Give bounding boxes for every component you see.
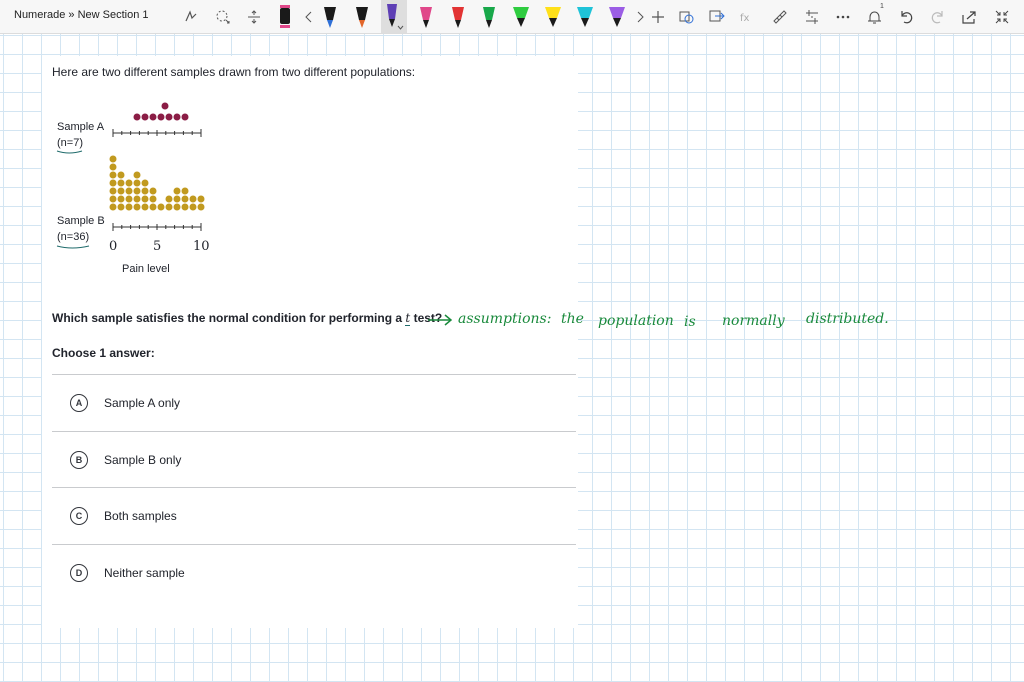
option-a-letter: A — [70, 394, 88, 412]
collapse-icon[interactable] — [989, 0, 1015, 33]
tick-label-10: 10 — [193, 239, 210, 254]
divider — [52, 431, 576, 432]
sample-b-dots — [109, 155, 205, 211]
sample-b-axis — [112, 223, 202, 231]
prompt-text: Which sample satisfies the normal condit… — [52, 311, 403, 325]
math-assistant-icon[interactable] — [799, 0, 825, 33]
pen-5-icon[interactable] — [445, 0, 471, 33]
pen-black-icon[interactable] — [272, 0, 298, 33]
svg-text:fx: fx — [740, 13, 750, 24]
notifications-icon[interactable]: 1 — [862, 0, 888, 33]
highlighter-yellow-icon[interactable] — [540, 0, 566, 33]
prompt-t-variable: t — [405, 311, 411, 326]
sample-a-dots — [133, 102, 189, 121]
divider — [52, 487, 576, 488]
ink-to-text-icon[interactable] — [704, 0, 730, 33]
option-b-letter: B — [70, 451, 88, 469]
divider — [52, 544, 576, 545]
lasso-select-icon[interactable] — [178, 0, 204, 33]
pen-1-icon[interactable] — [317, 0, 343, 33]
axis-label: Pain level — [122, 263, 170, 275]
option-d-label: Neither sample — [104, 566, 185, 580]
ink-to-math-icon[interactable]: fx — [735, 0, 761, 33]
undo-icon[interactable] — [893, 0, 919, 33]
handwritten-word: normally — [722, 313, 785, 329]
redo-icon[interactable] — [925, 0, 951, 33]
note-canvas[interactable]: Here are two different samples drawn fro… — [0, 34, 1024, 682]
option-a-label: Sample A only — [104, 396, 181, 410]
pen-7-icon[interactable] — [508, 0, 534, 33]
ruler-icon[interactable] — [767, 0, 793, 33]
pen-2-icon[interactable] — [349, 0, 375, 33]
sample-a-axis — [112, 129, 202, 137]
highlighter-cyan-icon[interactable] — [572, 0, 598, 33]
more-options-icon[interactable] — [830, 0, 856, 33]
option-c-letter: C — [70, 507, 88, 525]
select-objects-icon[interactable] — [210, 0, 236, 33]
question-card: Here are two different samples drawn fro… — [42, 56, 578, 628]
underline-annotation-b — [56, 245, 90, 249]
handwritten-arrow — [428, 314, 453, 326]
dot-plots — [56, 102, 205, 249]
divider — [52, 374, 576, 375]
share-icon[interactable] — [956, 0, 982, 33]
notification-count: 1 — [880, 3, 884, 10]
insert-space-icon[interactable] — [241, 0, 267, 33]
tick-label-5: 5 — [153, 239, 162, 254]
breadcrumb[interactable]: Numerade » New Section 1 — [14, 9, 149, 21]
handwritten-word: distributed. — [806, 311, 889, 327]
handwritten-word: the — [561, 311, 584, 327]
option-d-letter: D — [70, 564, 88, 582]
add-pen-icon[interactable] — [645, 0, 671, 33]
pen-6-icon[interactable] — [476, 0, 502, 33]
ribbon-toolbar: Numerade » New Section 1 fx 1 — [0, 0, 1024, 34]
choose-instruction: Choose 1 answer: — [52, 346, 155, 360]
handwritten-word: population — [598, 313, 674, 329]
pen-3-selected-icon[interactable] — [381, 0, 407, 33]
option-b-label: Sample B only — [104, 453, 182, 467]
pen-4-icon[interactable] — [413, 0, 439, 33]
tick-label-0: 0 — [109, 239, 118, 254]
handwritten-word: assumptions: — [458, 311, 552, 327]
question-prompt: Which sample satisfies the normal condit… — [52, 311, 442, 326]
handwritten-word: is — [684, 314, 696, 330]
option-c-label: Both samples — [104, 509, 177, 523]
underline-annotation-a — [56, 150, 83, 154]
ink-to-shape-icon[interactable] — [674, 0, 700, 33]
